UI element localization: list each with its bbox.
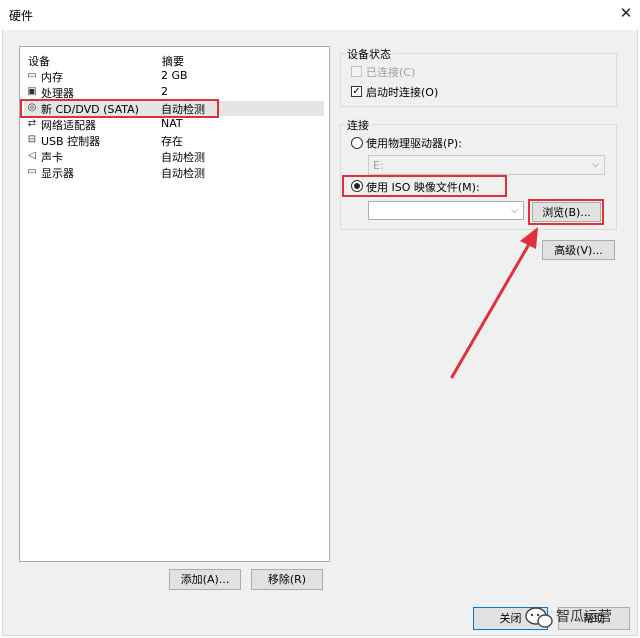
- physical-drive-select[interactable]: E: ⌵: [368, 155, 605, 175]
- watermark-logo-icon: [524, 604, 554, 630]
- iso-image-label: 使用 ISO 映像文件(M):: [366, 181, 480, 194]
- device-name: 显示器: [41, 167, 74, 180]
- device-row-memory[interactable]: ▭ 内存 2 GB: [24, 69, 324, 84]
- iso-image-radio[interactable]: [351, 180, 363, 192]
- annotation-arrow: [450, 227, 538, 379]
- physical-drive-radio[interactable]: [351, 137, 363, 149]
- memory-icon: ▭: [27, 70, 37, 81]
- connected-label: 已连接(C): [366, 66, 416, 79]
- close-window-button[interactable]: ✕: [616, 3, 636, 23]
- processor-icon: ▣: [27, 86, 37, 97]
- device-row-usb[interactable]: ⊟ USB 控制器 存在: [24, 133, 324, 148]
- watermark-text: 智瓜运营: [556, 609, 612, 625]
- column-header-summary[interactable]: 摘要: [162, 53, 184, 69]
- device-row-display[interactable]: ▭ 显示器 自动检测: [24, 165, 324, 180]
- network-adapter-icon: ⇄: [27, 118, 37, 129]
- remove-button[interactable]: 移除(R): [251, 569, 323, 590]
- device-name: 网络适配器: [41, 119, 96, 132]
- display-icon: ▭: [27, 166, 37, 177]
- device-row-sound-card[interactable]: ◁ 声卡 自动检测: [24, 149, 324, 164]
- chevron-down-icon: ⌵: [511, 206, 518, 216]
- connect-on-start-label: 启动时连接(O): [366, 86, 439, 99]
- title-bar: [0, 0, 640, 30]
- device-row-processor[interactable]: ▣ 处理器 2: [24, 85, 324, 100]
- sound-card-icon: ◁: [28, 150, 36, 161]
- device-row-network-adapter[interactable]: ⇄ 网络适配器 NAT: [24, 117, 324, 132]
- connected-checkbox[interactable]: [351, 66, 362, 77]
- window-title: 硬件: [9, 9, 34, 23]
- cd-dvd-highlight: [20, 99, 219, 118]
- device-summary: 2 GB: [161, 69, 188, 82]
- device-name: USB 控制器: [41, 135, 101, 148]
- iso-path-combo[interactable]: ⌵: [368, 201, 524, 220]
- usb-icon: ⊟: [27, 134, 37, 145]
- browse-highlight: [528, 199, 604, 225]
- chevron-down-icon: ⌵: [592, 160, 599, 170]
- add-button[interactable]: 添加(A)...: [169, 569, 241, 590]
- device-name: 声卡: [41, 151, 63, 164]
- device-status-label: 设备状态: [345, 46, 393, 62]
- column-header-device[interactable]: 设备: [28, 53, 50, 69]
- device-summary: 自动检测: [161, 151, 205, 164]
- device-summary: 自动检测: [161, 167, 205, 180]
- device-summary: 2: [161, 85, 168, 98]
- device-summary: 存在: [161, 135, 183, 148]
- device-summary: NAT: [161, 117, 183, 130]
- connection-label: 连接: [345, 117, 371, 133]
- advanced-button[interactable]: 高级(V)...: [542, 240, 615, 260]
- device-name: 内存: [41, 71, 63, 84]
- physical-drive-label: 使用物理驱动器(P):: [366, 137, 462, 150]
- physical-drive-value: E:: [373, 159, 384, 172]
- connect-on-start-checkbox[interactable]: ✓: [351, 86, 362, 97]
